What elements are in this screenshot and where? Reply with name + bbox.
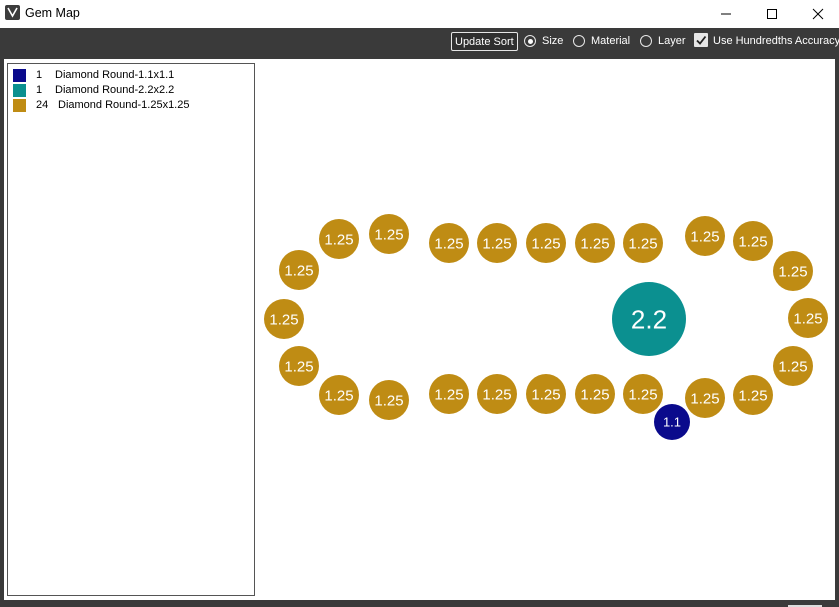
- gem-size-label: 1.25: [628, 235, 657, 252]
- gem-size-label: 1.25: [531, 235, 560, 252]
- toolbar: Update Sort Size Material Layer Use Hund…: [0, 28, 839, 59]
- gem-125[interactable]: 1.25: [279, 346, 319, 386]
- gem-size-label: 2.2: [631, 304, 667, 334]
- gem-map-window: Gem Map Update Sort Size Material Layer …: [0, 0, 839, 607]
- gem-125[interactable]: 1.25: [685, 216, 725, 256]
- gem-125[interactable]: 1.25: [429, 223, 469, 263]
- sort-size-label: Size: [542, 35, 564, 47]
- maximize-button[interactable]: [749, 0, 795, 28]
- hundredths-accuracy-label: Use Hundredths Accuracy: [713, 35, 839, 47]
- update-sort-button[interactable]: Update Sort: [451, 32, 518, 51]
- gem-125[interactable]: 1.25: [575, 374, 615, 414]
- gem-125[interactable]: 1.25: [477, 374, 517, 414]
- gem-125[interactable]: 1.25: [575, 223, 615, 263]
- gem-size-label: 1.25: [580, 386, 609, 403]
- gem-125[interactable]: 1.25: [685, 378, 725, 418]
- gem-size-label: 1.25: [778, 358, 807, 375]
- radio-indicator[interactable]: [573, 35, 585, 47]
- gem-125[interactable]: 1.25: [369, 214, 409, 254]
- gem-size-label: 1.1: [663, 415, 681, 430]
- title-bar[interactable]: Gem Map: [0, 0, 839, 29]
- maximize-icon: [767, 9, 777, 19]
- gem-size-label: 1.25: [324, 231, 353, 248]
- gem-size-label: 1.25: [690, 390, 719, 407]
- gem-125[interactable]: 1.25: [733, 375, 773, 415]
- app-logo-icon: [5, 5, 20, 20]
- gem-size-label: 1.25: [284, 262, 313, 279]
- gem-size-label: 1.25: [793, 310, 822, 327]
- gem-size-label: 1.25: [738, 233, 767, 250]
- gem-map-canvas[interactable]: 1.25 1.25 1.25 1.25 1.25 1.25 1.25 1.25 1.25 1.25…: [4, 59, 835, 600]
- gem-125[interactable]: 1.25: [279, 250, 319, 290]
- checkmark-icon: [696, 35, 707, 45]
- gem-22[interactable]: 2.2: [612, 282, 686, 356]
- gem-size-label: 1.25: [284, 358, 313, 375]
- gem-125[interactable]: 1.25: [429, 374, 469, 414]
- gem-125[interactable]: 1.25: [788, 298, 828, 338]
- gem-125[interactable]: 1.25: [319, 219, 359, 259]
- checkbox-box[interactable]: [694, 33, 708, 47]
- gem-size-label: 1.25: [269, 311, 298, 328]
- gem-125[interactable]: 1.25: [526, 374, 566, 414]
- gem-size-label: 1.25: [690, 228, 719, 245]
- close-button[interactable]: [795, 0, 839, 28]
- gem-size-label: 1.25: [434, 235, 463, 252]
- gem-11[interactable]: 1.1: [654, 404, 690, 440]
- gem-size-label: 1.25: [580, 235, 609, 252]
- close-icon: [812, 8, 824, 20]
- gem-size-label: 1.25: [482, 386, 511, 403]
- minimize-button[interactable]: [703, 0, 749, 28]
- gem-size-label: 1.25: [434, 386, 463, 403]
- window-title: Gem Map: [25, 6, 80, 20]
- minimize-icon: [721, 13, 731, 15]
- gem-size-label: 1.25: [531, 386, 560, 403]
- gem-125[interactable]: 1.25: [477, 223, 517, 263]
- gem-size-label: 1.25: [374, 226, 403, 243]
- sort-material-label: Material: [591, 35, 631, 47]
- gem-size-label: 1.25: [778, 263, 807, 280]
- gem-size-label: 1.25: [324, 387, 353, 404]
- radio-indicator[interactable]: [640, 35, 652, 47]
- sort-layer-label: Layer: [658, 35, 686, 47]
- radio-indicator[interactable]: [524, 35, 536, 47]
- gem-125[interactable]: 1.25: [773, 346, 813, 386]
- gem-size-label: 1.25: [628, 386, 657, 403]
- gem-125[interactable]: 1.25: [319, 375, 359, 415]
- gem-125[interactable]: 1.25: [369, 380, 409, 420]
- bottom-status-strip: [0, 600, 839, 607]
- gem-size-label: 1.25: [374, 392, 403, 409]
- gem-125[interactable]: 1.25: [623, 374, 663, 414]
- gem-125[interactable]: 1.25: [264, 299, 304, 339]
- gem-size-label: 1.25: [738, 387, 767, 404]
- content-area: 1 Diamond Round-1.1x1.1 1 Diamond Round-…: [4, 59, 835, 600]
- gem-125[interactable]: 1.25: [526, 223, 566, 263]
- gem-125[interactable]: 1.25: [773, 251, 813, 291]
- gem-125[interactable]: 1.25: [623, 223, 663, 263]
- gem-125[interactable]: 1.25: [733, 221, 773, 261]
- gem-size-label: 1.25: [482, 235, 511, 252]
